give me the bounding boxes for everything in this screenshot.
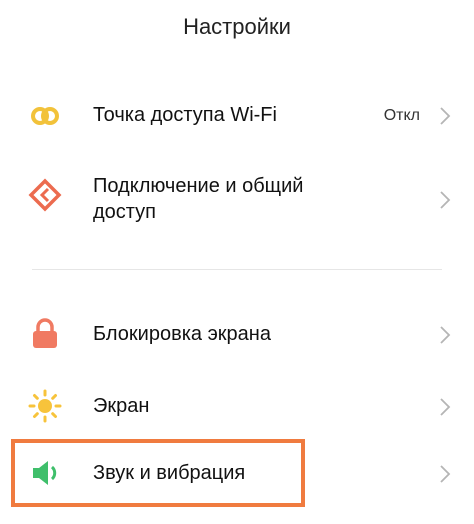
settings-item-label: доступ	[93, 201, 157, 223]
status-value: Откл	[383, 107, 420, 124]
hotspot-icon	[28, 99, 62, 133]
chevron-right-icon	[438, 397, 452, 417]
settings-item-label: Экран	[93, 395, 150, 417]
chevron-right-icon	[438, 325, 452, 345]
settings-item-screen-lock[interactable]: Блокировка экрана	[0, 314, 474, 354]
connection-sharing-icon	[28, 178, 62, 212]
settings-item-label: Блокировка экрана	[93, 323, 271, 345]
settings-item-label: Точка доступа Wi-Fi	[93, 104, 277, 126]
brightness-icon	[28, 389, 62, 423]
sound-icon	[28, 456, 62, 490]
settings-item-label: Подключение и общий	[93, 175, 304, 197]
settings-item-sound-vibration[interactable]: Звук и вибрация	[0, 453, 474, 493]
settings-item-label: Звук и вибрация	[93, 462, 246, 484]
lock-icon	[28, 317, 62, 351]
chevron-right-icon	[438, 106, 452, 126]
settings-item-hotspot[interactable]: Точка доступа Wi-Fi Откл	[0, 96, 474, 136]
chevron-right-icon	[438, 464, 452, 484]
page-title: Настройки	[183, 14, 291, 39]
settings-item-connection-sharing[interactable]: Подключение и общий доступ	[0, 170, 474, 230]
settings-item-display[interactable]: Экран	[0, 386, 474, 426]
divider	[32, 269, 442, 270]
chevron-right-icon	[438, 190, 452, 210]
